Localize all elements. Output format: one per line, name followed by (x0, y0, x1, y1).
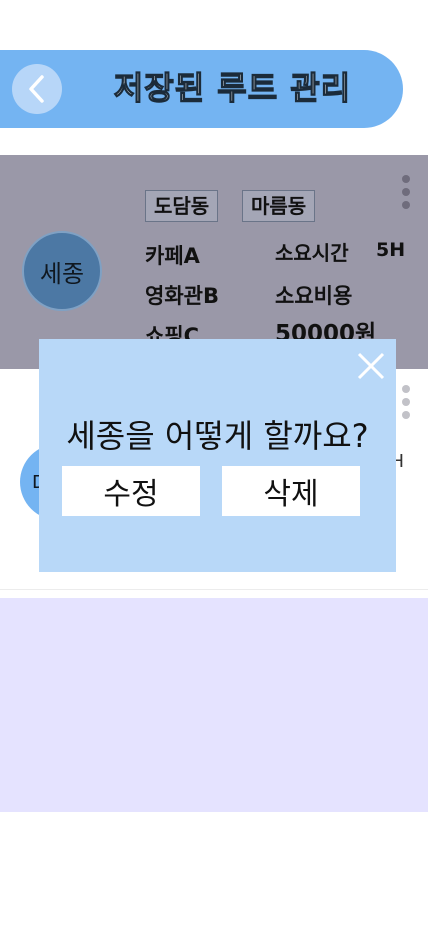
route-tag: 마름동 (242, 190, 316, 222)
dialog-question: 세종을 어떻게 할까요? (66, 417, 369, 455)
cost-label: 소요비용 (275, 284, 353, 308)
route-card[interactable] (0, 598, 428, 812)
back-button[interactable] (12, 64, 62, 114)
time-value: 5H (376, 239, 406, 261)
place-item: 카페A (145, 244, 200, 268)
chevron-left-icon (29, 75, 44, 103)
edit-button[interactable]: 수정 (62, 466, 200, 516)
route-action-dialog: 세종을 어떻게 할까요? 수정 삭제 (39, 339, 396, 572)
header-bar: 저장된 루트 관리 (0, 50, 403, 128)
page-title: 저장된 루트 관리 (113, 68, 352, 107)
time-label: 소요시간 (275, 241, 349, 265)
route-avatar: 세종 (22, 231, 102, 311)
delete-button[interactable]: 삭제 (222, 466, 360, 516)
more-options-icon[interactable] (402, 385, 410, 424)
more-options-icon[interactable] (402, 175, 410, 214)
route-tag: 도담동 (145, 190, 219, 222)
place-item: 영화관B (145, 284, 219, 308)
route-card[interactable]: 세종 도담동 마름동 카페A 영화관B 쇼핑C 소요시간 5H 소요비용 500… (0, 155, 428, 369)
close-icon[interactable] (356, 351, 386, 381)
